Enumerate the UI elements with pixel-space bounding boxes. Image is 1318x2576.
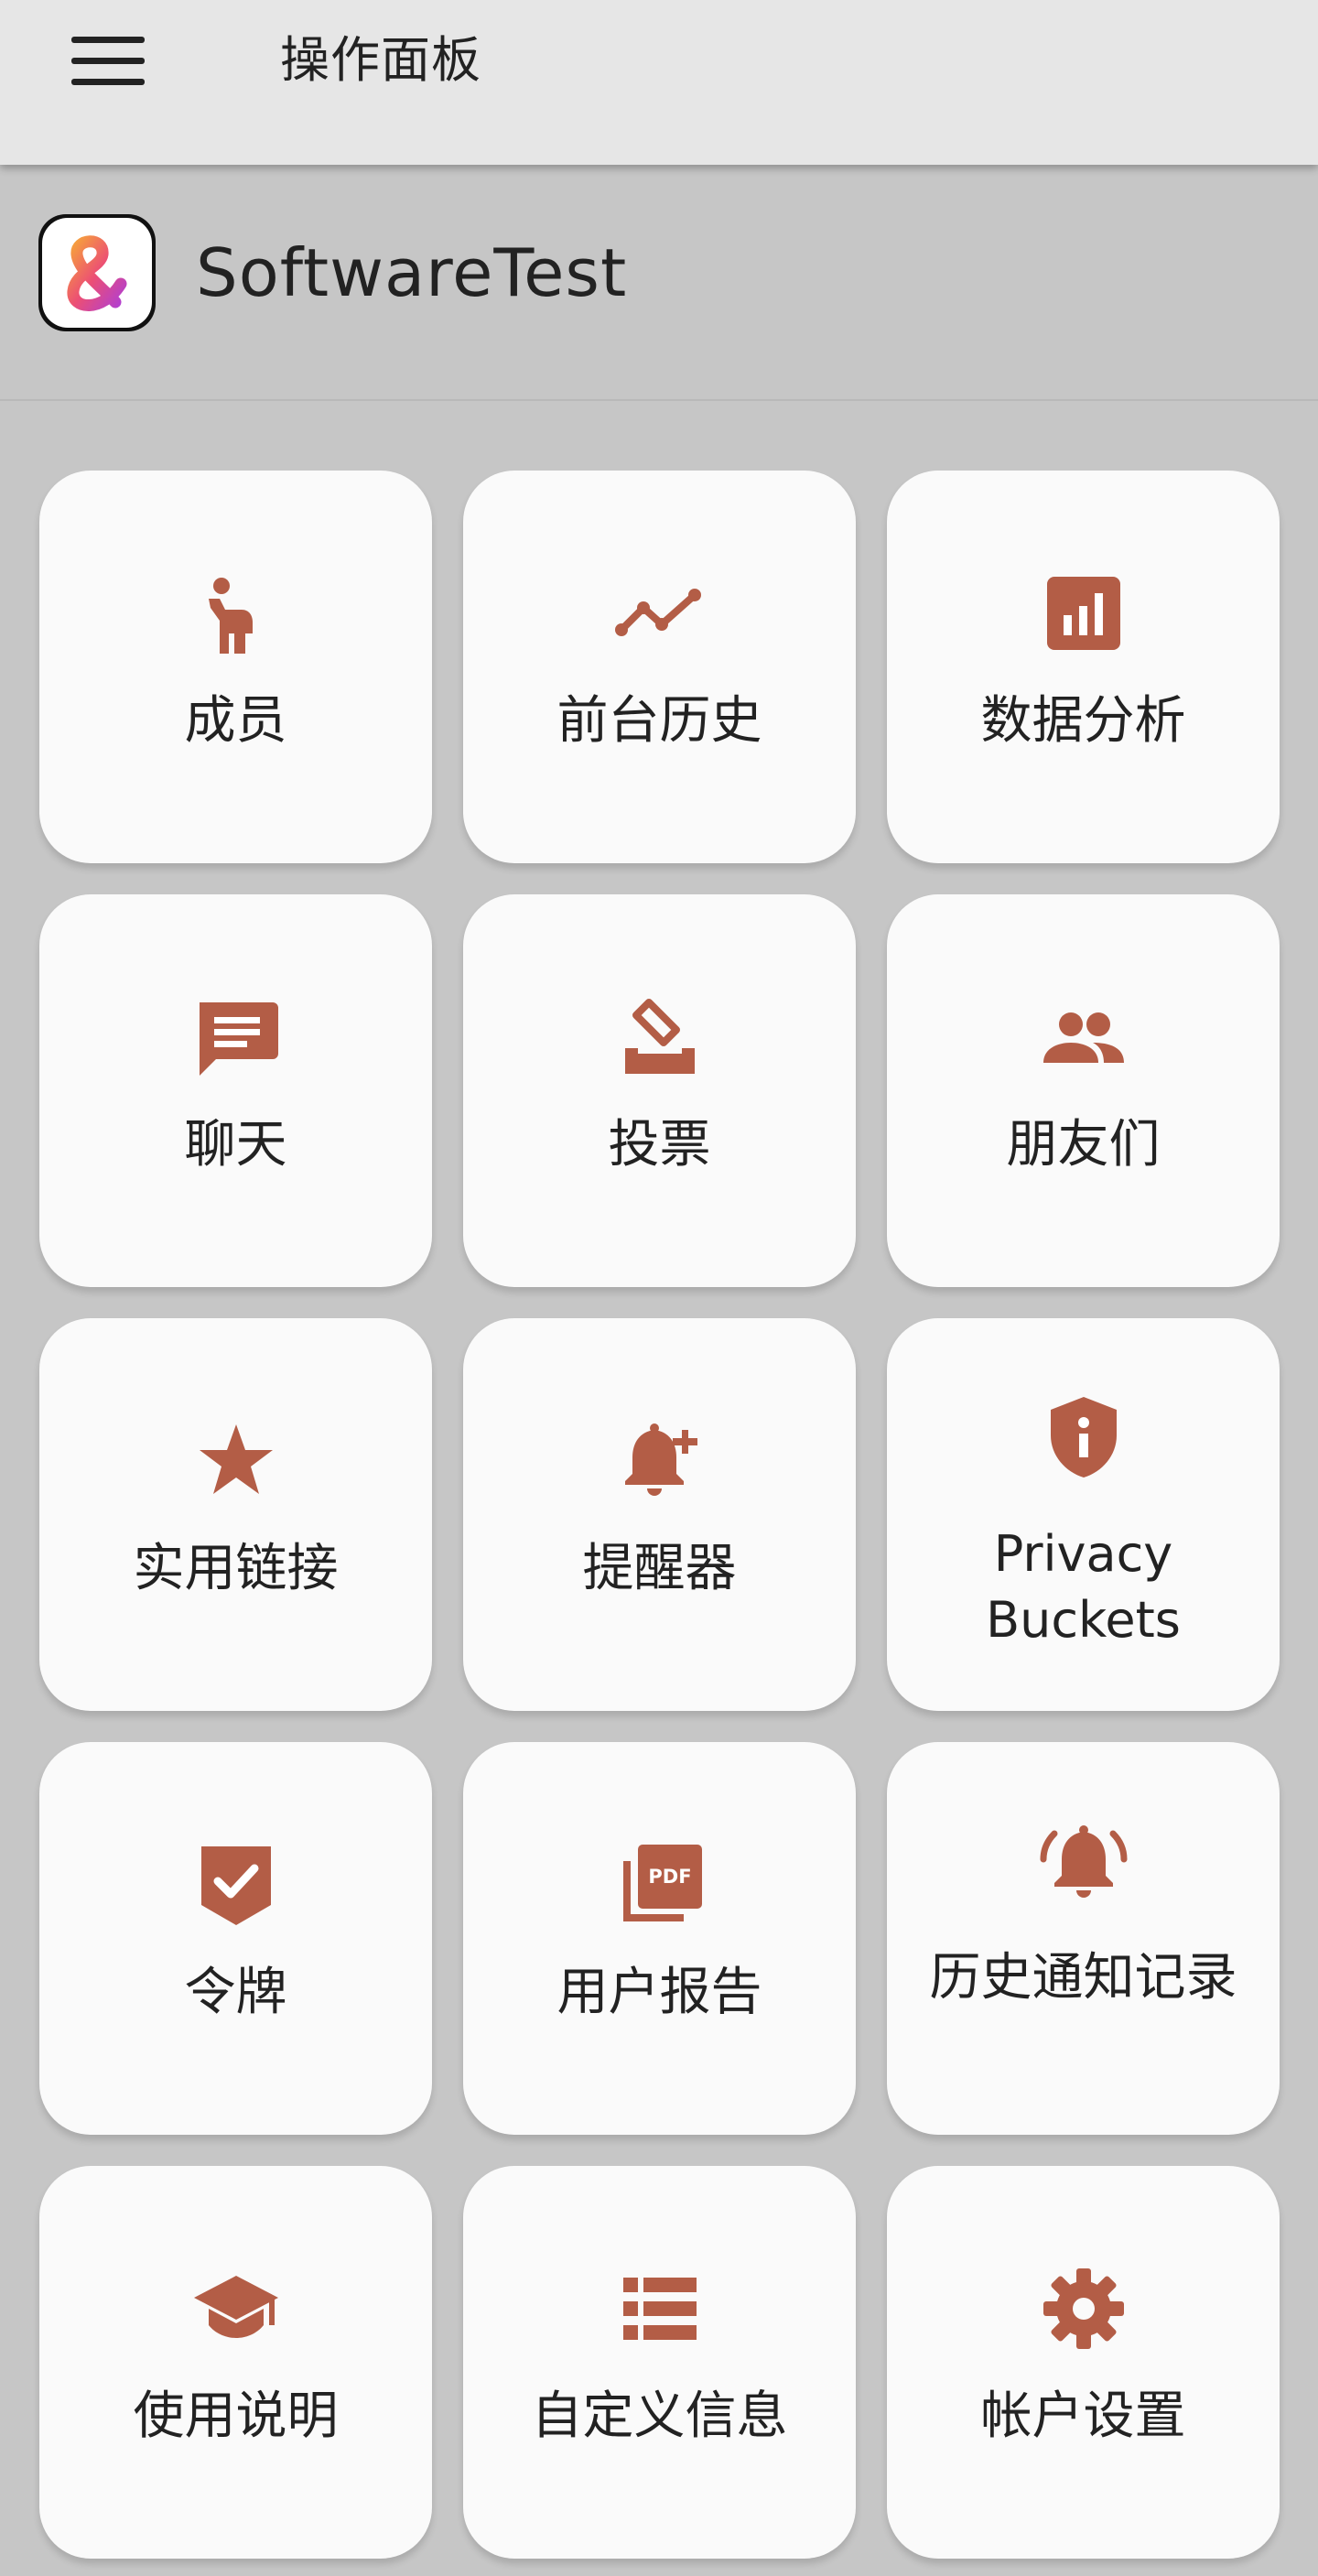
star-icon xyxy=(189,1413,284,1509)
menu-button[interactable] xyxy=(62,26,154,95)
tile-analytics[interactable]: 数据分析 xyxy=(887,471,1280,863)
ballot-icon xyxy=(612,990,708,1085)
dashboard-grid: 成员 前台历史 数据分析 聊天 投票 朋友们 实用链接 提醒器 Privacy … xyxy=(39,471,1280,2559)
org-header: SoftwareTest xyxy=(0,165,1318,401)
tile-label: 帐户设置 xyxy=(980,2387,1186,2446)
tile-label: 投票 xyxy=(608,1115,711,1174)
school-icon xyxy=(189,2261,284,2356)
ringing-bell-icon xyxy=(1036,1813,1131,1909)
tile-label: 实用链接 xyxy=(133,1539,339,1598)
chat-icon xyxy=(189,990,284,1085)
tile-useful-links[interactable]: 实用链接 xyxy=(39,1318,432,1711)
analytics-icon xyxy=(1036,566,1131,661)
tile-label: Privacy Buckets xyxy=(986,1525,1181,1649)
menu-icon xyxy=(71,37,145,85)
people-icon xyxy=(1036,990,1131,1085)
tile-label: 数据分析 xyxy=(980,691,1186,751)
tile-label: 朋友们 xyxy=(1006,1115,1161,1174)
tile-instructions[interactable]: 使用说明 xyxy=(39,2166,432,2559)
tile-label: 聊天 xyxy=(184,1115,287,1174)
tile-label: 前台历史 xyxy=(556,691,762,751)
gear-icon xyxy=(1036,2261,1131,2356)
tile-user-reports[interactable]: PDF 用户报告 xyxy=(463,1742,856,2135)
tile-privacy-buckets[interactable]: Privacy Buckets xyxy=(887,1318,1280,1711)
tile-reminders[interactable]: 提醒器 xyxy=(463,1318,856,1711)
add-alert-icon xyxy=(612,1413,708,1509)
tile-front-history[interactable]: 前台历史 xyxy=(463,471,856,863)
tile-vote[interactable]: 投票 xyxy=(463,894,856,1287)
tile-label: 提醒器 xyxy=(582,1539,737,1598)
pdf-icon: PDF xyxy=(612,1837,708,1932)
tile-label: 使用说明 xyxy=(133,2387,339,2446)
person-icon xyxy=(189,566,284,661)
tile-label: 自定义信息 xyxy=(531,2387,788,2446)
tile-label: 用户报告 xyxy=(556,1963,762,2022)
tile-account-settings[interactable]: 帐户设置 xyxy=(887,2166,1280,2559)
tile-members[interactable]: 成员 xyxy=(39,471,432,863)
tile-label: 历史通知记录 xyxy=(929,1948,1237,2008)
list-icon xyxy=(612,2261,708,2356)
tile-label: 成员 xyxy=(184,691,287,751)
ampersand-logo xyxy=(38,214,156,331)
svg-text:PDF: PDF xyxy=(648,1866,691,1888)
tile-label: 令牌 xyxy=(184,1963,287,2022)
app-bar: 操作面板 xyxy=(0,0,1318,165)
org-name: SoftwareTest xyxy=(196,234,628,311)
tile-tokens[interactable]: 令牌 xyxy=(39,1742,432,2135)
tile-chat[interactable]: 聊天 xyxy=(39,894,432,1287)
shield-info-icon xyxy=(1036,1390,1131,1485)
page-title: 操作面板 xyxy=(280,31,481,89)
tile-custom-info[interactable]: 自定义信息 xyxy=(463,2166,856,2559)
verified-badge-icon xyxy=(189,1837,284,1932)
tile-friends[interactable]: 朋友们 xyxy=(887,894,1280,1287)
tile-notification-history[interactable]: 历史通知记录 xyxy=(887,1742,1280,2135)
trend-line-icon xyxy=(612,566,708,661)
